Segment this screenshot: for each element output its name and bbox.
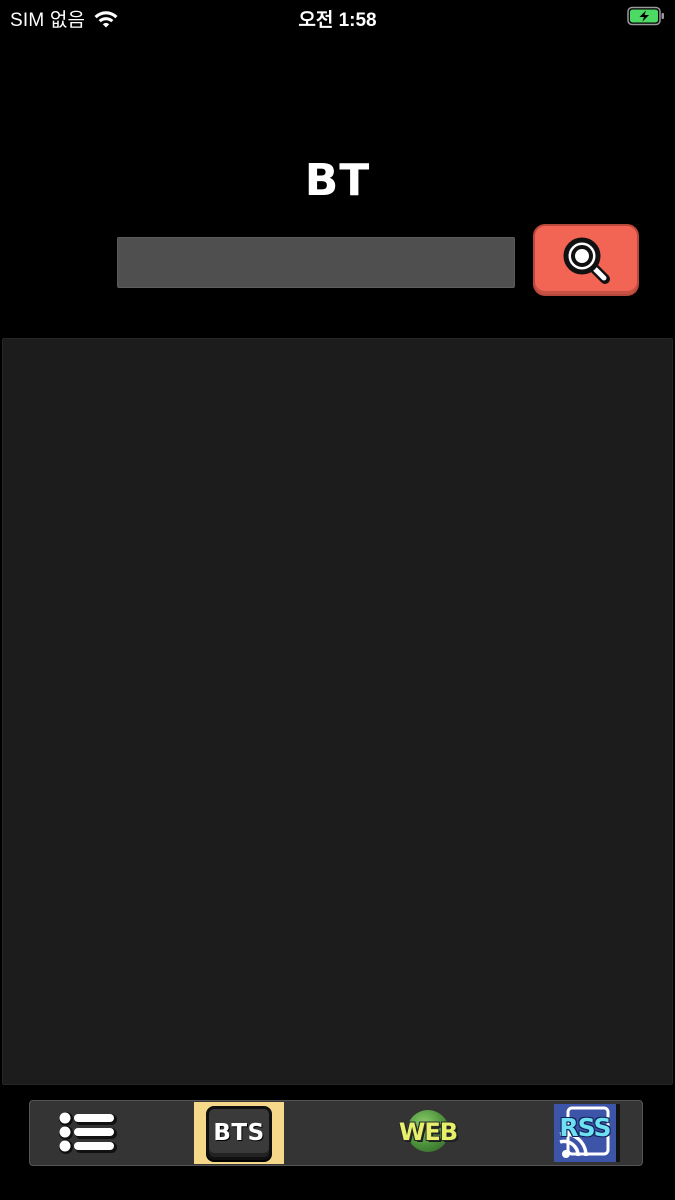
tab-web-label: WEB — [398, 1118, 458, 1146]
tab-web[interactable]: WEB — [392, 1101, 464, 1165]
tab-menu[interactable] — [52, 1101, 124, 1165]
search-input[interactable] — [117, 237, 515, 288]
tab-rss-label: RSS — [559, 1113, 611, 1142]
magnifier-icon — [563, 237, 610, 284]
content-panel[interactable] — [2, 338, 673, 1085]
bts-key-icon: BTS — [206, 1106, 272, 1160]
list-icon — [59, 1112, 117, 1154]
tab-bts-label: BTS — [213, 1120, 265, 1146]
tab-rss[interactable]: RSS — [554, 1101, 620, 1165]
rss-icon: RSS — [554, 1104, 620, 1162]
web-globe-icon: WEB — [397, 1110, 459, 1156]
page-title: BT — [304, 155, 371, 206]
battery-charging-icon — [627, 6, 664, 26]
status-time: 오전 1:58 — [298, 10, 377, 31]
tab-bar: BTS WEB RSS — [29, 1100, 643, 1166]
tab-bts[interactable]: BTS — [194, 1102, 284, 1164]
search-button[interactable] — [533, 224, 639, 296]
status-bar: SIM 없음 오전 1:58 — [0, 0, 675, 34]
